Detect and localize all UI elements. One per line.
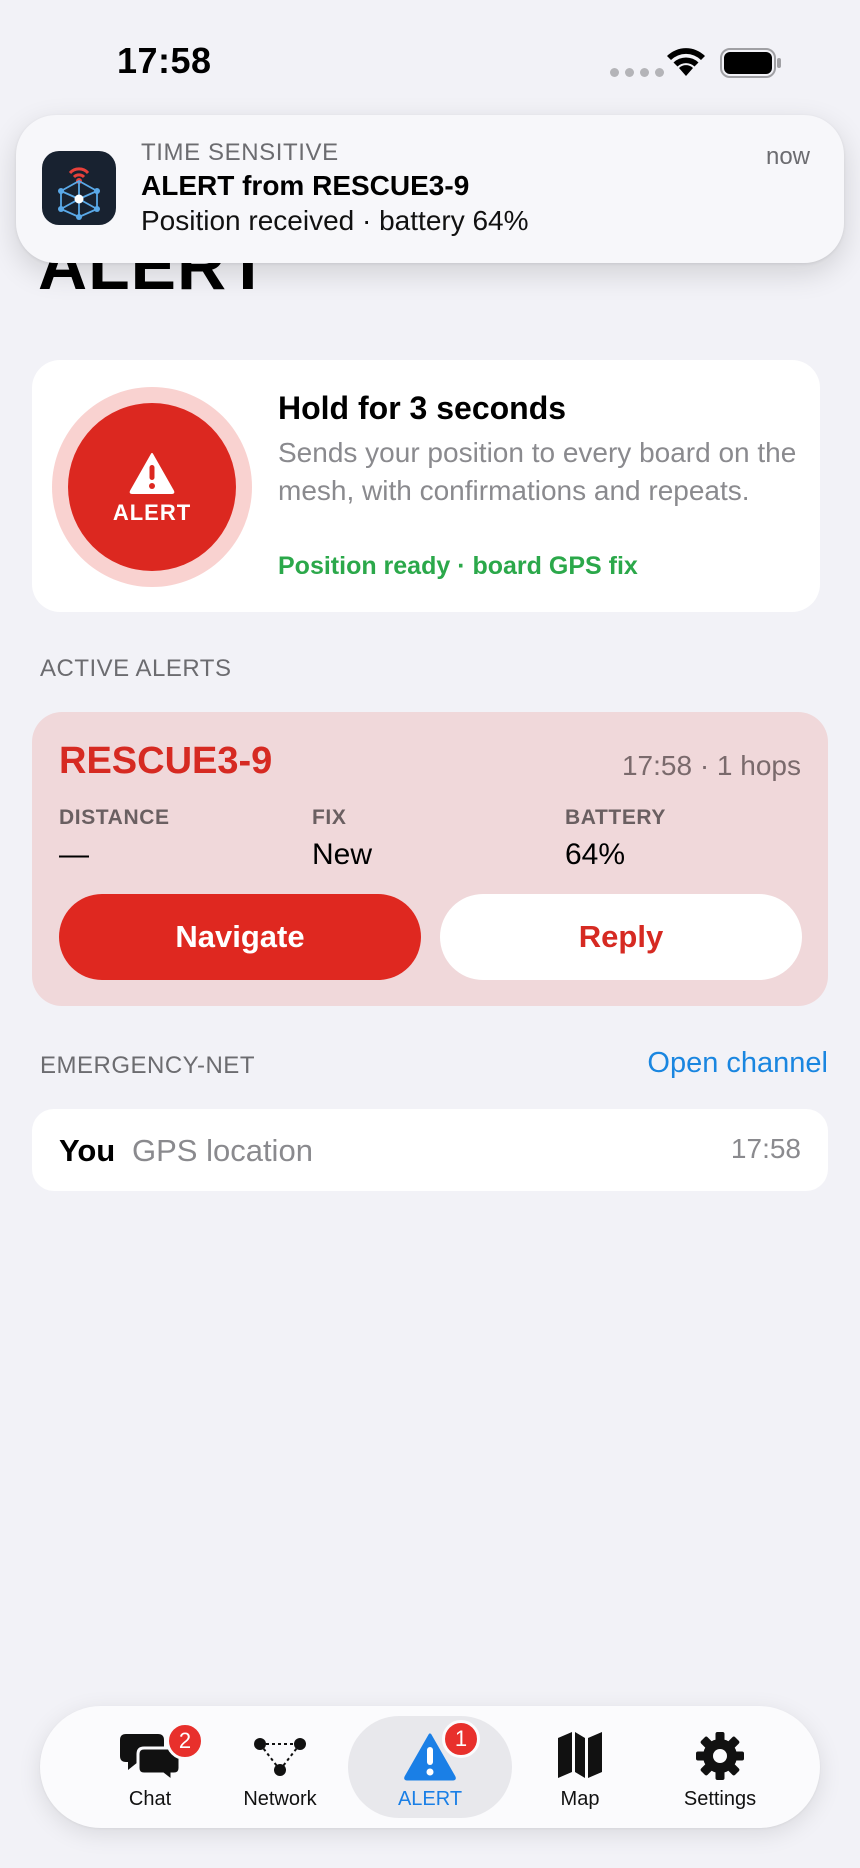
- stat-distance: DISTANCE —: [59, 806, 170, 872]
- open-channel-link[interactable]: Open channel: [647, 1047, 828, 1080]
- gear-icon: [688, 1730, 752, 1782]
- notification-time: now: [765, 143, 810, 170]
- warning-triangle-icon: [129, 453, 175, 494]
- cellular-signal-icon: [610, 68, 664, 77]
- tab-bar: 2 Chat Network 1 ALERT Map Settings: [40, 1706, 820, 1828]
- reply-button[interactable]: Reply: [440, 894, 802, 980]
- position-status: Position ready · board GPS fix: [278, 552, 638, 580]
- stat-label: FIX: [312, 806, 347, 829]
- hold-description: Sends your position to every board on th…: [278, 437, 797, 506]
- map-icon: [548, 1730, 612, 1782]
- channel-header: EMERGENCY-NET: [40, 1052, 255, 1079]
- warning-triangle-icon: 1: [398, 1720, 480, 1782]
- tab-network[interactable]: Network: [220, 1716, 340, 1818]
- network-nodes-icon: [248, 1730, 312, 1782]
- tab-settings[interactable]: Settings: [650, 1716, 790, 1818]
- status-time: 17:58: [117, 40, 212, 81]
- tab-label: ALERT: [397, 1788, 463, 1810]
- app-icon: [42, 151, 116, 225]
- tab-label: Settings: [683, 1788, 757, 1810]
- notification-label: TIME SENSITIVE: [141, 139, 339, 166]
- tab-chat[interactable]: 2 Chat: [90, 1716, 210, 1818]
- alert-sender: RESCUE3-9: [59, 740, 273, 782]
- alert-meta: 17:58 · 1 hops: [621, 750, 801, 781]
- navigate-button[interactable]: Navigate: [59, 894, 421, 980]
- tab-label: Chat: [128, 1788, 172, 1810]
- channel-message-row[interactable]: You GPS location 17:58: [32, 1109, 828, 1191]
- stat-label: BATTERY: [565, 806, 667, 829]
- alert-button[interactable]: ALERT: [68, 403, 236, 571]
- active-alert-card[interactable]: RESCUE3-9 17:58 · 1 hops DISTANCE — FIX …: [32, 712, 828, 1006]
- status-bar: 17:58: [0, 0, 860, 120]
- stat-label: DISTANCE: [59, 806, 170, 829]
- hold-alert-card: ALERT Hold for 3 seconds Sends your posi…: [32, 360, 820, 612]
- stat-value: —: [59, 838, 89, 871]
- stat-fix: FIX New: [312, 806, 372, 872]
- message-sender: You: [59, 1133, 116, 1168]
- notification-title: ALERT from RESCUE3-9: [141, 170, 470, 201]
- stat-battery: BATTERY 64%: [565, 806, 666, 872]
- hold-title: Hold for 3 seconds: [278, 390, 567, 426]
- notification-body: Position received · battery 64%: [141, 205, 529, 236]
- alert-badge: 1: [442, 1720, 480, 1758]
- stat-value: New: [312, 838, 373, 871]
- tab-label: Map: [560, 1788, 600, 1810]
- message-time: 17:58: [730, 1133, 801, 1164]
- battery-icon: [720, 48, 781, 78]
- notification-banner[interactable]: TIME SENSITIVE ALERT from RESCUE3-9 Posi…: [16, 115, 844, 263]
- tab-alert[interactable]: 1 ALERT: [370, 1716, 490, 1818]
- tab-label: Network: [243, 1788, 317, 1810]
- chat-bubbles-icon: 2: [118, 1722, 204, 1785]
- alert-button-ring: ALERT: [52, 387, 252, 587]
- chat-badge: 2: [166, 1722, 204, 1760]
- stat-value: 64%: [565, 838, 626, 871]
- message-text: GPS location: [132, 1133, 313, 1168]
- active-alerts-header: ACTIVE ALERTS: [40, 655, 232, 682]
- wifi-icon: [667, 48, 705, 76]
- alert-button-label: ALERT: [112, 500, 192, 525]
- tab-map[interactable]: Map: [520, 1716, 640, 1818]
